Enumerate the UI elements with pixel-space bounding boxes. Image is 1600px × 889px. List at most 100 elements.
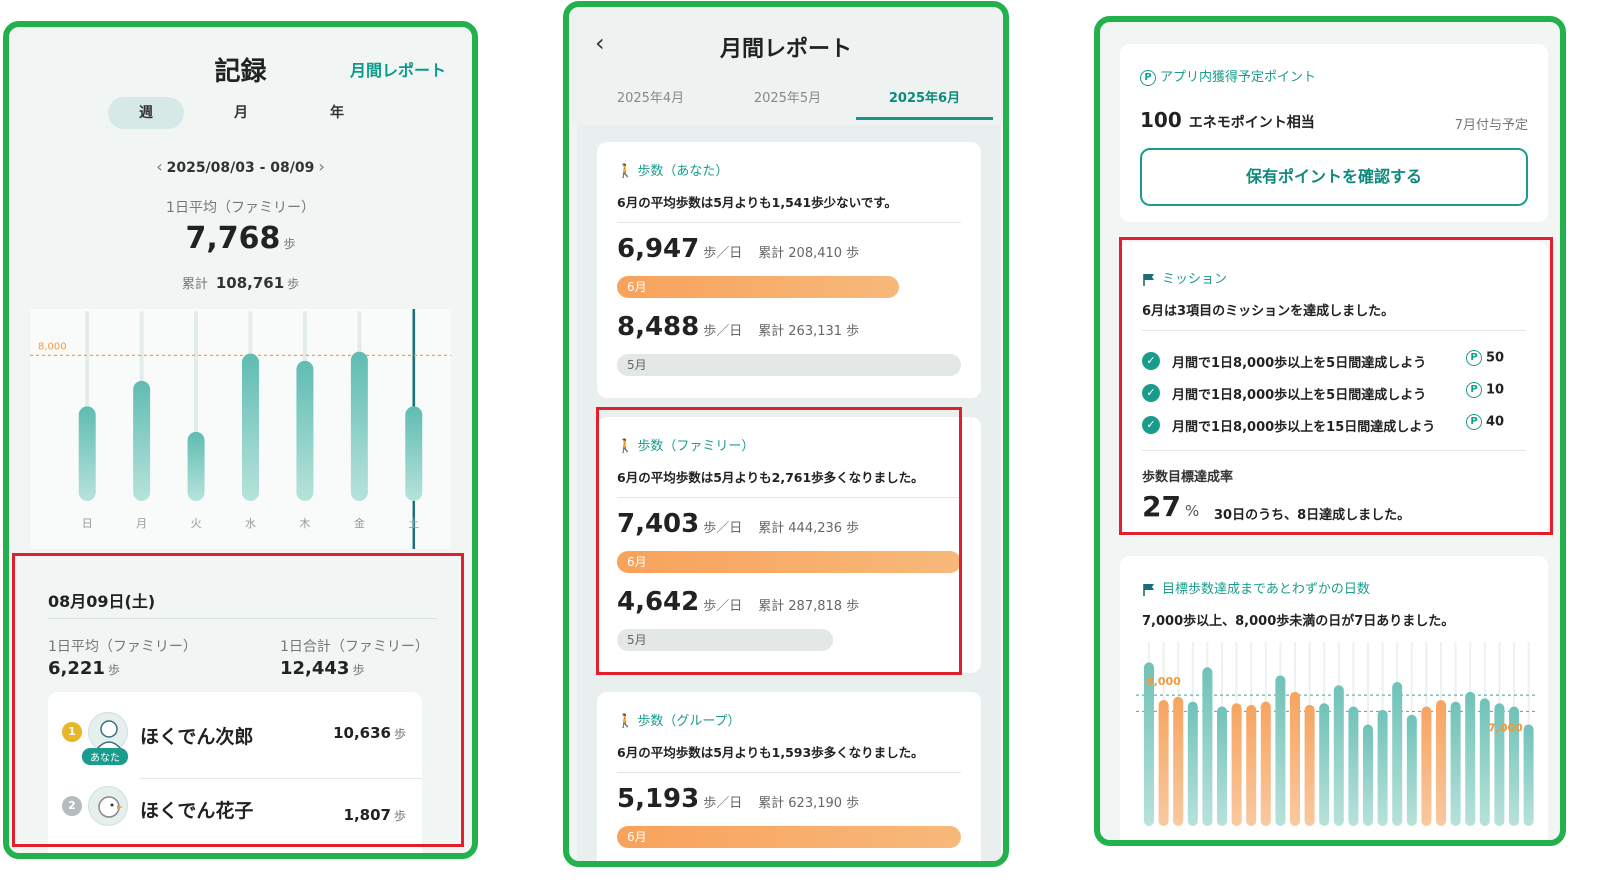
member-name: ほくでん花子 xyxy=(140,800,254,822)
total-value: 108,761 xyxy=(215,274,285,292)
header: ‹ 月間レポート 2025年4月 2025年5月 2025年6月 xyxy=(569,7,1003,125)
day-avg-number: 6,221 xyxy=(48,658,105,679)
chevron-left-icon[interactable]: ‹ xyxy=(156,157,162,176)
card-title: 🚶 歩数（ファミリー） xyxy=(617,435,754,454)
divider xyxy=(48,618,437,619)
chart-x-label: 木 xyxy=(299,517,310,530)
weekly-steps-chart[interactable]: 8,000 日 月 火 水 木 金 土 xyxy=(30,309,451,549)
may-average: 4,642 歩／日 累計 287,818 歩 xyxy=(617,587,859,617)
average-number: 5,193 xyxy=(617,784,700,814)
total-value: 623,190 歩 xyxy=(788,796,860,811)
may-bar xyxy=(617,354,961,376)
tab-month[interactable]: 月 xyxy=(203,97,279,129)
june-average: 7,403 歩／日 累計 444,236 歩 xyxy=(617,509,859,539)
chart-bar xyxy=(1348,706,1359,826)
total-label: 累計 xyxy=(758,246,785,261)
chart-bar xyxy=(1333,685,1344,826)
monthly-report-link[interactable]: 月間レポート xyxy=(350,57,446,81)
mission-item: ✓ 月間で1日8,000歩以上を5日間達成しよう P 50 xyxy=(1142,350,1526,372)
day-avg-label: 1日平均（ファミリー） xyxy=(48,639,197,655)
member-name: ほくでん次郎 xyxy=(140,726,254,748)
mission-points: P 10 xyxy=(1466,382,1504,398)
near-goal-bar xyxy=(1158,700,1169,826)
chart-bar xyxy=(1217,706,1227,826)
day-avg-value: 6,221 歩 xyxy=(48,658,120,679)
walking-icon: 🚶 xyxy=(617,164,634,179)
daily-steps-chart[interactable]: 8,000 7,000 xyxy=(1136,642,1536,826)
chart-bar xyxy=(133,380,151,501)
chart-bar xyxy=(1406,714,1417,826)
day-total-number: 12,443 xyxy=(280,658,350,679)
mission-text: 月間で1日8,000歩以上を5日間達成しよう xyxy=(1172,388,1427,403)
flag-icon xyxy=(1143,583,1154,596)
date-range-label: 2025/08/03 - 08/09 xyxy=(166,160,315,176)
report-list[interactable]: 🚶 歩数（あなた） 6月の平均歩数は5月よりも1,541歩少ないです。 6,94… xyxy=(577,125,1001,861)
you-badge: あなた xyxy=(82,748,128,765)
average-label: 1日平均（ファミリー） xyxy=(166,200,315,216)
total-label: 累計 xyxy=(181,277,208,292)
ranking-row[interactable]: 1 あなた ほくでん次郎 10,636 歩 xyxy=(48,702,422,779)
tab-may[interactable]: 2025年5月 xyxy=(719,87,856,106)
chart-bar xyxy=(1187,701,1198,826)
chart-x-label: 火 xyxy=(191,517,202,530)
walking-icon: 🚶 xyxy=(617,439,634,454)
chart-bar xyxy=(350,351,368,501)
total-label: 累計 xyxy=(758,324,785,339)
chart-bar xyxy=(1479,698,1490,826)
card-title-text: 歩数（グループ） xyxy=(637,714,741,729)
chart-bar xyxy=(242,353,259,501)
point-icon: P xyxy=(1466,350,1482,366)
points-number: 100 xyxy=(1140,108,1182,132)
points-title: P アプリ内獲得予定ポイント xyxy=(1140,66,1316,86)
card-summary: 6月の平均歩数は5月よりも2,761歩多くなりました。 xyxy=(617,470,924,485)
ranking-row[interactable]: 2 ほくでん花子 1,807 歩 xyxy=(48,782,422,844)
tab-year[interactable]: 年 xyxy=(299,97,375,129)
mission-title-text: ミッション xyxy=(1162,272,1228,287)
tab-june[interactable]: 2025年6月 xyxy=(856,87,993,106)
report-card-group: 🚶 歩数（グループ） 6月の平均歩数は5月よりも1,593歩多くなりました。 5… xyxy=(597,692,981,861)
step-unit: 歩 xyxy=(393,727,406,741)
divider xyxy=(617,497,961,498)
check-points-button[interactable]: 保有ポイントを確認する xyxy=(1140,148,1528,206)
average-number: 7,768 xyxy=(185,221,281,256)
bar-label: 5月 xyxy=(627,358,647,372)
point-icon: P xyxy=(1466,382,1482,398)
chart-bar xyxy=(1202,667,1213,826)
member-steps-number: 10,636 xyxy=(333,724,391,742)
mission-item: ✓ 月間で1日8,000歩以上を15日間達成しよう P 40 xyxy=(1142,414,1526,436)
member-steps: 1,807 歩 xyxy=(344,806,406,824)
near-goal-card: 目標歩数達成まであとわずかの日数 7,000歩以上、8,000歩未満の日が7日あ… xyxy=(1120,556,1548,840)
achievement-rate-unit: % xyxy=(1184,502,1200,520)
date-range: ‹ 2025/08/03 - 08/09 › xyxy=(9,157,472,176)
check-icon: ✓ xyxy=(1142,416,1160,434)
average-unit: 歩／日 xyxy=(703,796,743,811)
target-label: 8,000 xyxy=(38,341,67,352)
family-ranking-card: 1 あなた ほくでん次郎 10,636 歩 2 ほくでん花子 1,807 歩 xyxy=(48,692,422,853)
june-bar xyxy=(617,276,899,298)
phone-record-screen: 記録 月間レポート 週 月 年 ‹ 2025/08/03 - 08/09 › 1日平… xyxy=(3,21,478,859)
silver-medal-icon: 2 xyxy=(62,796,82,816)
day-detail-panel: 08月09日(土) 1日平均（ファミリー） 1日合計（ファミリー） 6,221 歩… xyxy=(27,572,447,853)
average-unit: 歩／日 xyxy=(703,521,743,536)
card-title: 🚶 歩数（グループ） xyxy=(617,710,741,729)
step-unit: 歩 xyxy=(352,663,365,677)
chevron-right-icon[interactable]: › xyxy=(318,157,324,176)
near-goal-bar xyxy=(1421,706,1432,826)
tab-week[interactable]: 週 xyxy=(108,97,184,129)
average-unit: 歩／日 xyxy=(703,324,743,339)
step-unit: 歩 xyxy=(283,237,296,251)
near-goal-bar xyxy=(1436,700,1446,826)
step-unit: 歩 xyxy=(107,663,120,677)
total-label: 累計 xyxy=(758,796,785,811)
divider xyxy=(617,772,961,773)
near-goal-bar xyxy=(1246,704,1257,826)
phone-points-screen: P アプリ内獲得予定ポイント 100 エネモポイント相当 7月付与予定 保有ポイン… xyxy=(1094,16,1566,846)
mission-text: 月間で1日8,000歩以上を15日間達成しよう xyxy=(1172,420,1436,435)
average-unit: 歩／日 xyxy=(703,246,743,261)
point-icon: P xyxy=(1140,69,1156,86)
mission-title: ミッション xyxy=(1142,268,1227,287)
card-title-text: 歩数（ファミリー） xyxy=(637,439,755,454)
tab-april[interactable]: 2025年4月 xyxy=(582,87,719,106)
chart-bar xyxy=(1465,691,1476,826)
chart-bar xyxy=(1523,724,1534,826)
